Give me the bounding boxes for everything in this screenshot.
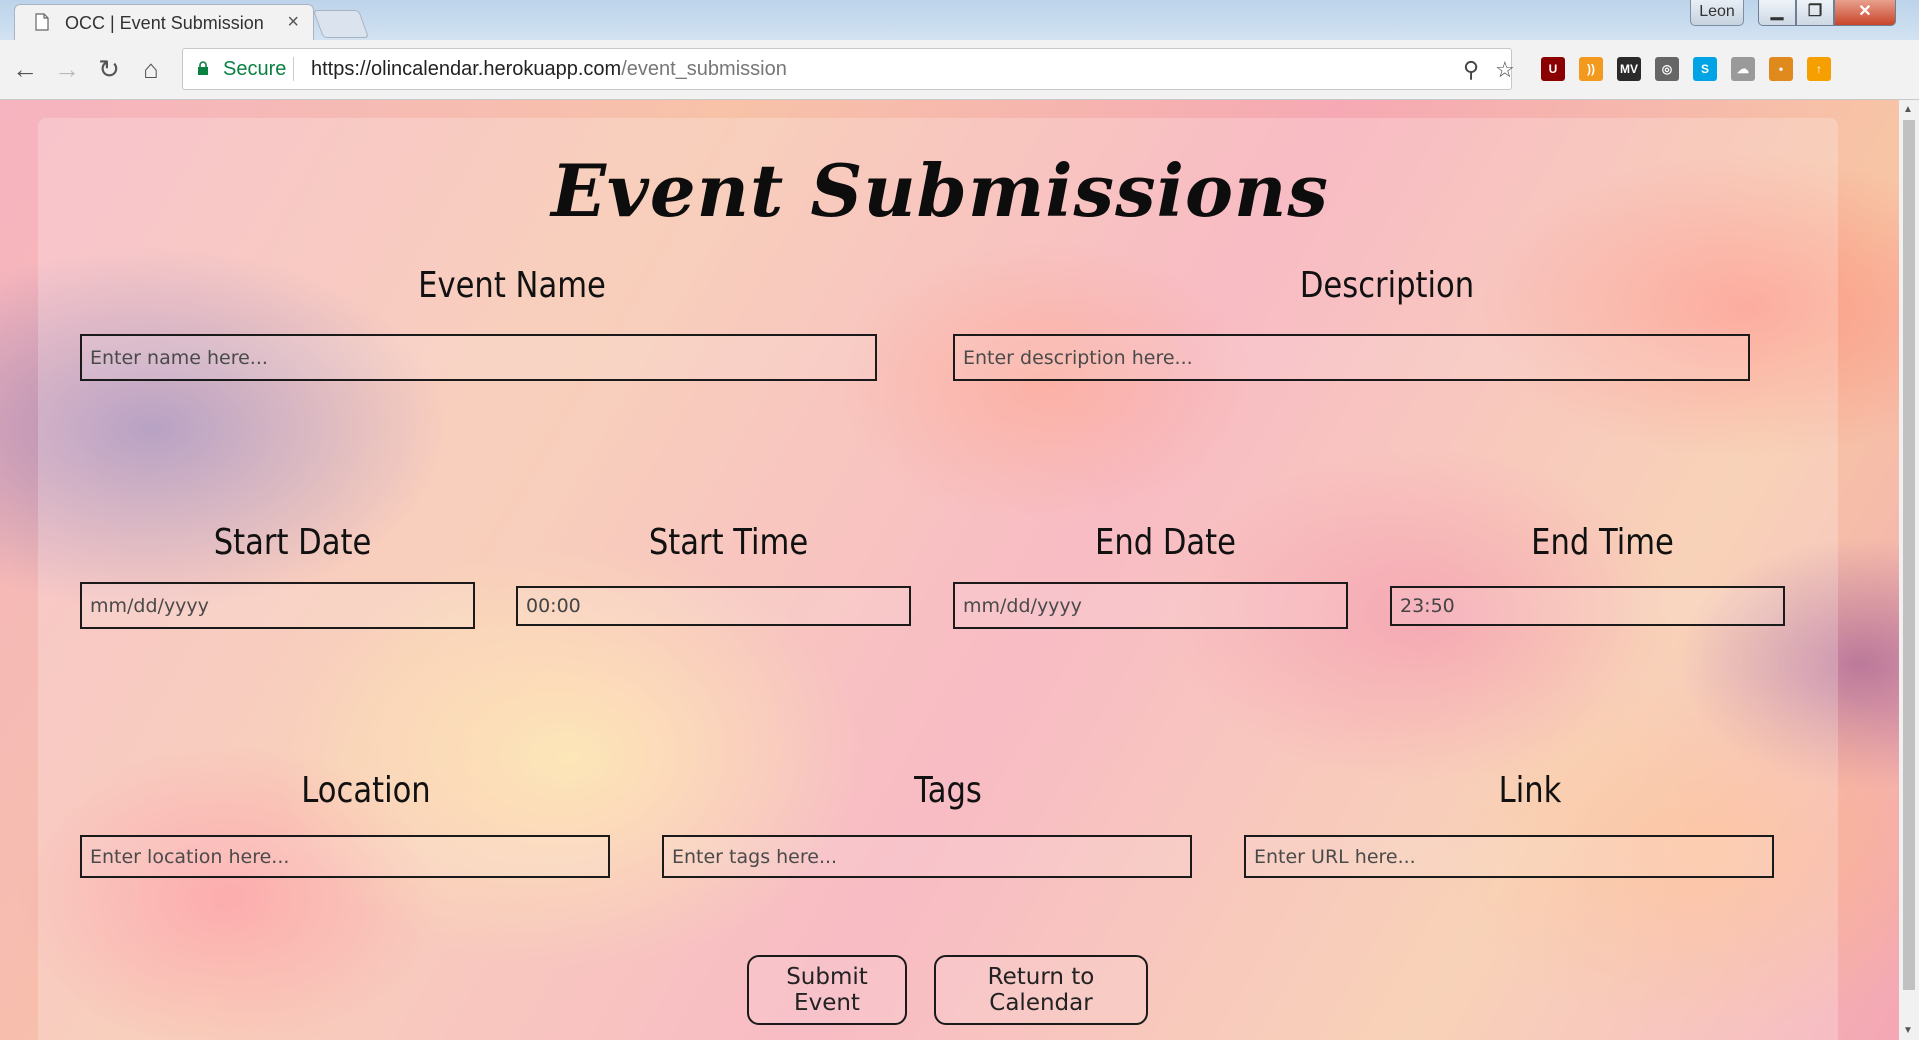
page-viewport: Event Submissions Event Name Description…: [0, 100, 1899, 1040]
home-icon[interactable]: ⌂: [136, 54, 166, 84]
cloud-extension-icon[interactable]: ☁: [1731, 57, 1755, 81]
submit-event-button[interactable]: Submit Event: [747, 955, 907, 1025]
link-label: Link: [1498, 770, 1562, 811]
forward-arrow-icon[interactable]: →: [52, 54, 82, 84]
event-name-label: Event Name: [418, 265, 606, 306]
event-name-input[interactable]: [80, 334, 877, 381]
end-date-input[interactable]: [953, 582, 1348, 629]
page-scrollbar[interactable]: ▲ ▼: [1899, 100, 1919, 1040]
maximize-button[interactable]: ❐: [1796, 0, 1834, 26]
close-window-button[interactable]: ✕: [1834, 0, 1896, 26]
end-time-label: End Time: [1531, 522, 1674, 563]
end-date-label: End Date: [1094, 522, 1237, 563]
browser-titlebar: OCC | Event Submission × Leon ▁ ❐ ✕: [0, 0, 1919, 40]
browser-toolbar: ← → ↻ ⌂ Secure https://olincalendar.hero…: [0, 40, 1919, 100]
new-tab-button[interactable]: [312, 10, 370, 38]
description-input[interactable]: [953, 334, 1750, 381]
rss-icon[interactable]: )): [1579, 57, 1603, 81]
minimize-button[interactable]: ▁: [1758, 0, 1796, 26]
upload-extension-icon[interactable]: ↑: [1807, 57, 1831, 81]
scroll-down-arrow-icon[interactable]: ▼: [1903, 1025, 1913, 1036]
url-base: https://olincalendar.herokuapp.com: [311, 58, 622, 80]
start-date-label: Start Date: [213, 522, 372, 563]
start-time-label: Start Time: [648, 522, 809, 563]
ublock-origin-icon[interactable]: U: [1541, 57, 1565, 81]
skype-icon[interactable]: S: [1693, 57, 1717, 81]
back-arrow-icon[interactable]: ←: [10, 54, 40, 84]
page-icon: [35, 13, 49, 31]
location-input[interactable]: [80, 835, 610, 878]
location-label: Location: [301, 770, 431, 811]
zoom-icon[interactable]: ⚲: [1463, 57, 1479, 83]
url-text[interactable]: https://olincalendar.herokuapp.com/event…: [311, 58, 787, 81]
tags-label: Tags: [914, 770, 982, 811]
form-panel: [38, 118, 1838, 1040]
scroll-up-arrow-icon[interactable]: ▲: [1903, 104, 1913, 115]
tab-close-icon[interactable]: ×: [287, 11, 299, 34]
page-title: Event Submissions: [551, 148, 1329, 233]
window-controls: ▁ ❐ ✕: [1758, 0, 1896, 28]
return-to-calendar-button[interactable]: Return to Calendar: [934, 955, 1148, 1025]
link-input[interactable]: [1244, 835, 1774, 878]
bookmark-star-icon[interactable]: ☆: [1495, 57, 1515, 83]
start-date-input[interactable]: [80, 582, 475, 629]
end-time-input[interactable]: [1390, 586, 1785, 626]
address-bar[interactable]: Secure https://olincalendar.herokuapp.co…: [182, 48, 1515, 90]
address-separator: [293, 57, 294, 81]
globe-extension-icon[interactable]: ◎: [1655, 57, 1679, 81]
url-path: /event_submission: [621, 58, 787, 80]
scroll-thumb[interactable]: [1903, 120, 1915, 990]
tags-input[interactable]: [662, 835, 1192, 878]
secure-label: Secure: [223, 58, 287, 80]
reload-icon[interactable]: ↻: [94, 54, 124, 84]
mv-extension-icon[interactable]: MV: [1617, 57, 1641, 81]
browser-tab-active[interactable]: OCC | Event Submission ×: [14, 4, 314, 40]
tab-title: OCC | Event Submission: [65, 13, 264, 33]
profile-badge[interactable]: Leon: [1690, 0, 1744, 26]
start-time-input[interactable]: [516, 586, 911, 626]
description-label: Description: [1299, 265, 1475, 306]
lock-icon: [198, 61, 208, 75]
honey-extension-icon[interactable]: •: [1769, 57, 1793, 81]
